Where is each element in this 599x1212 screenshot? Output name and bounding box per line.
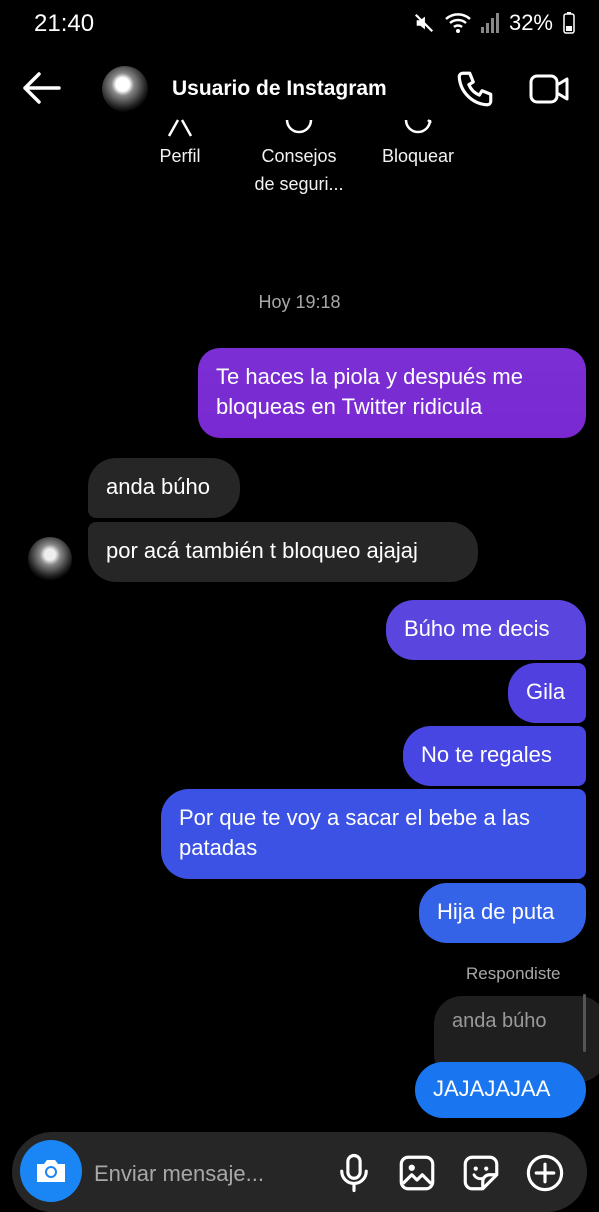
outgoing-message[interactable]: No te regales xyxy=(403,726,586,786)
mute-icon xyxy=(413,12,435,34)
sender-avatar[interactable] xyxy=(28,537,72,581)
gallery-icon[interactable] xyxy=(396,1152,438,1194)
wifi-icon xyxy=(445,12,471,34)
incoming-message[interactable]: anda búho xyxy=(88,458,240,518)
profile-action[interactable]: Perfil xyxy=(120,118,240,170)
contact-name[interactable]: Usuario de Instagram xyxy=(172,77,387,101)
plus-icon[interactable] xyxy=(524,1152,566,1194)
block-action-label: Bloquear xyxy=(381,146,455,166)
phone-icon[interactable] xyxy=(454,68,496,110)
outgoing-message[interactable]: Te haces la piola y después me bloqueas … xyxy=(198,348,586,438)
contact-avatar[interactable] xyxy=(102,66,148,112)
reply-label: Respondiste xyxy=(466,964,561,983)
block-action[interactable]: Bloquear xyxy=(358,118,478,170)
profile-action-label: Perfil xyxy=(159,146,201,166)
camera-icon xyxy=(37,1160,65,1182)
microphone-icon[interactable] xyxy=(333,1152,375,1194)
sticker-icon[interactable] xyxy=(460,1152,502,1194)
video-camera-icon[interactable] xyxy=(528,70,570,108)
outgoing-message[interactable]: Hija de puta xyxy=(419,883,586,943)
status-time: 21:40 xyxy=(34,10,95,37)
back-arrow-icon[interactable] xyxy=(22,70,62,106)
safety-tips-label: Consejos de seguri... xyxy=(254,146,344,194)
battery-icon xyxy=(563,12,575,34)
block-icon xyxy=(404,119,432,134)
outgoing-message[interactable]: Por que te voy a sacar el bebe a las pat… xyxy=(161,789,586,879)
signal-icon xyxy=(480,13,499,33)
safety-tips-action[interactable]: Consejos de seguri... xyxy=(239,118,359,198)
scrollbar[interactable] xyxy=(583,994,586,1052)
camera-button[interactable] xyxy=(20,1140,82,1202)
outgoing-message[interactable]: Búho me decis xyxy=(386,600,586,660)
conversation-timestamp: Hoy 19:18 xyxy=(258,292,341,312)
status-icons: 32% xyxy=(413,10,575,36)
person-icon xyxy=(167,119,193,137)
outgoing-message[interactable]: JAJAJAJAA xyxy=(415,1062,586,1118)
shield-icon xyxy=(285,119,313,134)
battery-percent: 32% xyxy=(508,10,553,35)
incoming-message[interactable]: por acá también t bloqueo ajajaj xyxy=(88,522,478,582)
outgoing-message[interactable]: Gila xyxy=(508,663,586,723)
message-input[interactable] xyxy=(94,1156,324,1192)
